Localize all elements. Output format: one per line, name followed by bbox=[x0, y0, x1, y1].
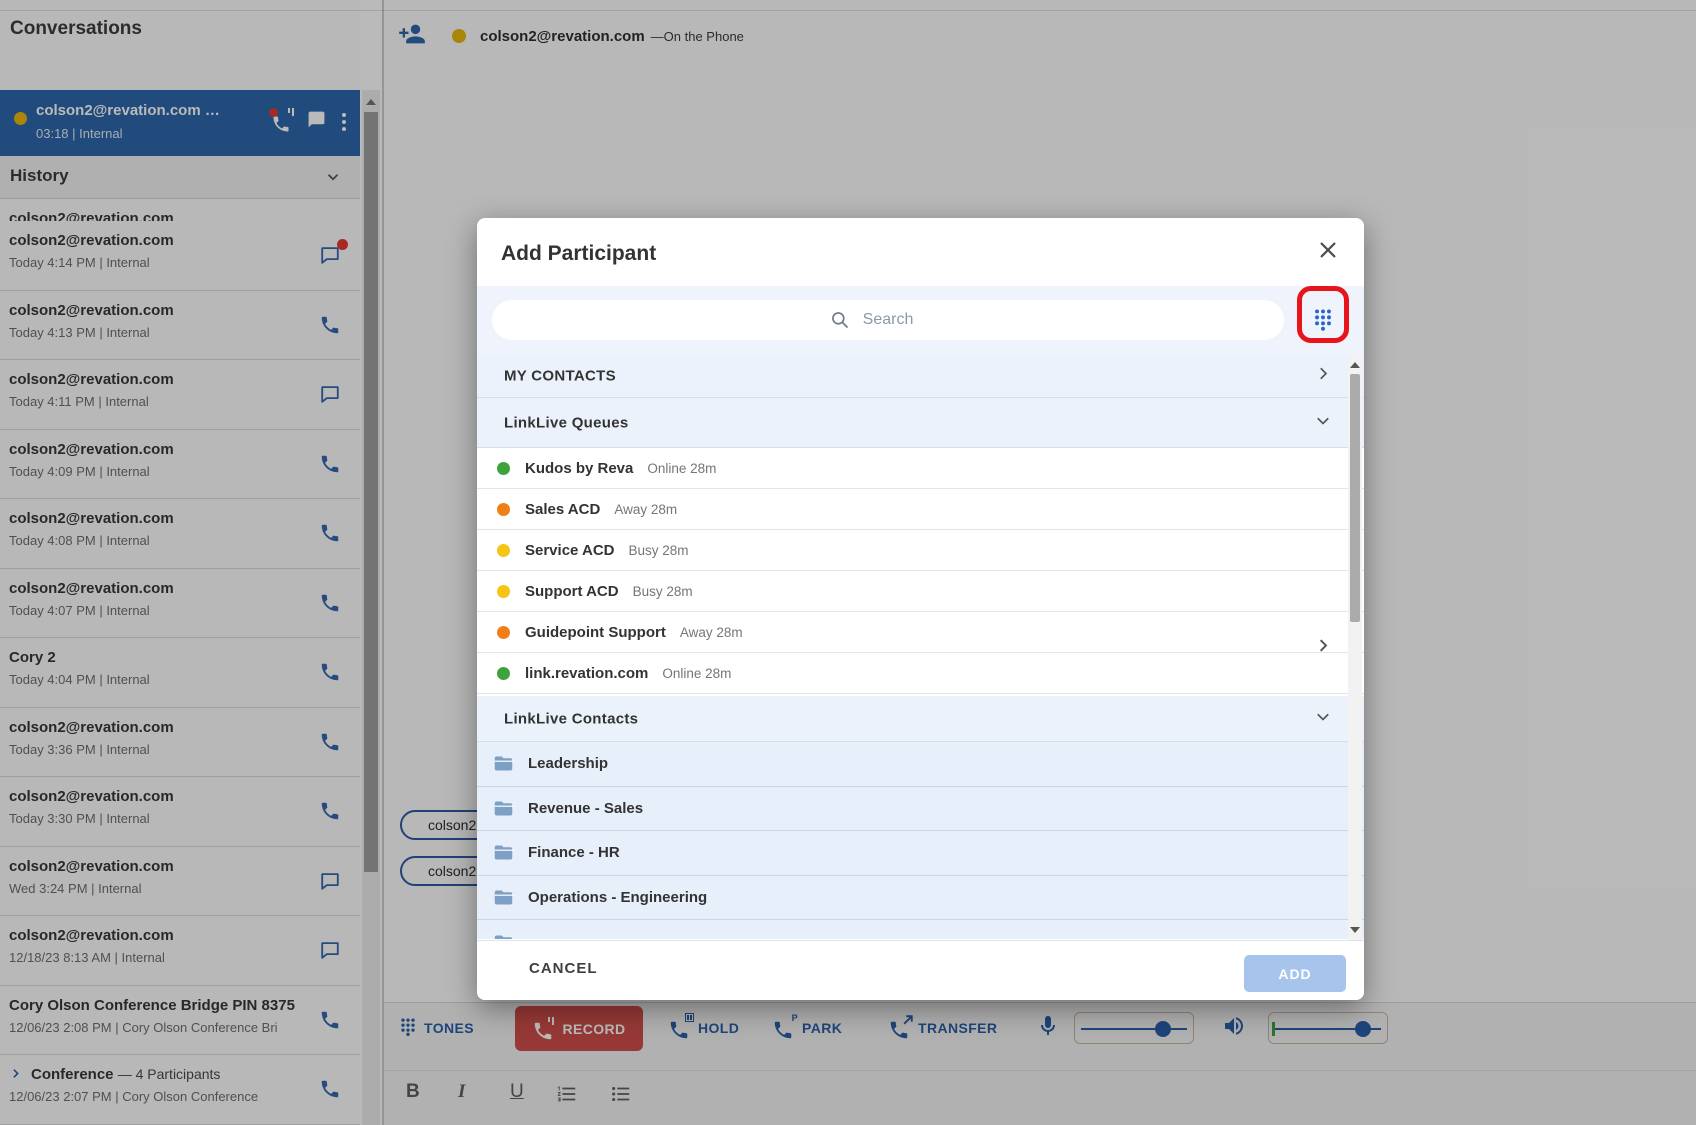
queue-name: Guidepoint Support bbox=[525, 624, 666, 641]
presence-dot bbox=[497, 667, 510, 680]
dialpad-icon[interactable] bbox=[1310, 306, 1336, 332]
my-contacts-label: MY CONTACTS bbox=[504, 368, 616, 385]
folder-icon bbox=[493, 798, 514, 819]
folder-name: Revenue - Sales bbox=[528, 800, 643, 817]
queue-row[interactable]: Service ACD Busy 28m bbox=[477, 530, 1364, 571]
queue-name: Sales ACD bbox=[525, 501, 600, 518]
contact-folder-row[interactable]: Revenue - Sales bbox=[477, 787, 1364, 832]
queue-status: Online 28m bbox=[647, 461, 716, 476]
queue-status: Busy 28m bbox=[633, 584, 693, 599]
queue-name: link.revation.com bbox=[525, 665, 648, 682]
folder-list: Leadership Revenue - Sales bbox=[477, 742, 1364, 920]
contact-folder-row[interactable]: Operations - Engineering bbox=[477, 876, 1364, 921]
queue-list: Kudos by Reva Online 28m Sales ACD Away … bbox=[477, 448, 1364, 694]
queues-label: LinkLive Queues bbox=[504, 414, 629, 431]
contact-folder-row[interactable]: Finance - HR bbox=[477, 831, 1364, 876]
queue-status: Away 28m bbox=[614, 502, 677, 517]
linklive-contacts-header[interactable]: LinkLive Contacts bbox=[477, 694, 1364, 742]
search-field-wrap bbox=[492, 300, 1284, 340]
queue-name: Support ACD bbox=[525, 583, 619, 600]
presence-dot bbox=[497, 503, 510, 516]
search-input[interactable] bbox=[492, 300, 1284, 340]
chevron-down-icon bbox=[1314, 411, 1332, 434]
folder-icon bbox=[493, 842, 514, 863]
scroll-down-arrow[interactable] bbox=[1350, 927, 1360, 933]
presence-dot bbox=[497, 462, 510, 475]
close-icon[interactable] bbox=[1316, 238, 1342, 264]
folder-name: Operations - Engineering bbox=[528, 889, 707, 906]
folder-name: Leadership bbox=[528, 755, 608, 772]
add-button[interactable]: ADD bbox=[1244, 955, 1346, 992]
queue-row[interactable]: link.revation.com Online 28m bbox=[477, 653, 1364, 694]
queue-row[interactable]: Support ACD Busy 28m bbox=[477, 571, 1364, 612]
queue-status: Away 28m bbox=[680, 625, 743, 640]
queue-row[interactable]: Guidepoint Support Away 28m bbox=[477, 612, 1364, 653]
app-root: Conversations colson2@revation.com … 03:… bbox=[0, 0, 1696, 1125]
chevron-down-icon bbox=[1314, 707, 1332, 730]
folder-icon bbox=[493, 753, 514, 774]
add-participant-modal: Add Participant MY CONTACTS LinkLive Que… bbox=[477, 218, 1364, 1000]
chevron-right-icon bbox=[1314, 365, 1332, 388]
presence-dot bbox=[497, 585, 510, 598]
presence-dot bbox=[497, 544, 510, 557]
presence-dot bbox=[497, 626, 510, 639]
search-strip bbox=[477, 286, 1364, 355]
contact-folder-row[interactable]: Leadership bbox=[477, 742, 1364, 787]
queue-name: Service ACD bbox=[525, 542, 615, 559]
queue-row[interactable]: Kudos by Reva Online 28m bbox=[477, 448, 1364, 489]
linklive-queues-header[interactable]: LinkLive Queues bbox=[477, 398, 1364, 448]
cancel-button[interactable]: CANCEL bbox=[529, 960, 598, 977]
contact-folder-row-partial[interactable] bbox=[477, 920, 1364, 939]
queue-row[interactable]: Sales ACD Away 28m bbox=[477, 489, 1364, 530]
chevron-right-icon bbox=[1314, 636, 1332, 659]
my-contacts-row[interactable]: MY CONTACTS bbox=[477, 355, 1364, 398]
contacts-scroll-list: MY CONTACTS LinkLive Queues Kudos by Rev… bbox=[477, 355, 1364, 940]
folder-icon bbox=[493, 932, 1350, 939]
folder-icon bbox=[493, 887, 514, 908]
modal-footer: CANCEL ADD bbox=[477, 940, 1364, 1000]
contacts-label: LinkLive Contacts bbox=[504, 710, 638, 727]
modal-scrollbar-thumb[interactable] bbox=[1350, 374, 1360, 622]
folder-name: Finance - HR bbox=[528, 844, 620, 861]
modal-scrollbar[interactable] bbox=[1348, 355, 1362, 940]
search-icon bbox=[830, 310, 850, 330]
modal-title: Add Participant bbox=[501, 242, 656, 266]
queue-status: Online 28m bbox=[662, 666, 731, 681]
scroll-up-arrow[interactable] bbox=[1350, 362, 1360, 368]
queue-status: Busy 28m bbox=[629, 543, 689, 558]
queue-name: Kudos by Reva bbox=[525, 460, 633, 477]
